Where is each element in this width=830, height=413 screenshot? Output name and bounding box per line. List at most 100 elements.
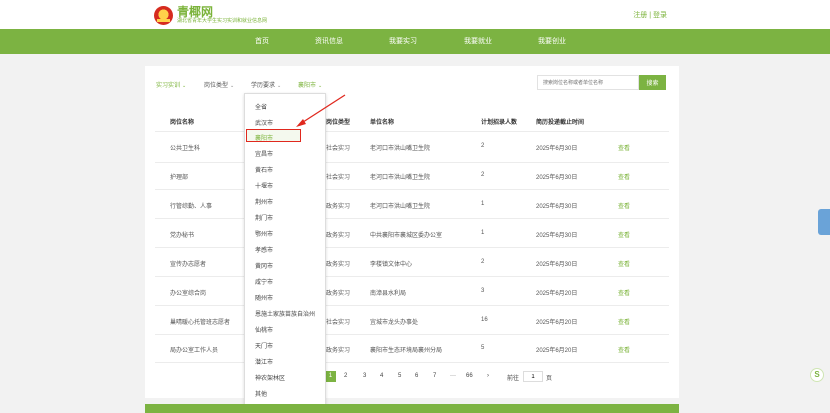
cell-position-name: 行管综勤、人事	[170, 204, 213, 210]
view-link[interactable]: 查看	[618, 259, 630, 268]
cell-position-name: 护理部	[170, 175, 189, 181]
page-unit-label: 页	[546, 376, 553, 382]
nav-news[interactable]: 资讯信息	[315, 36, 343, 46]
cell-company-name: 老河口市洪山嘴卫生院	[370, 175, 431, 181]
city-option[interactable]: 十堰市	[255, 181, 273, 190]
city-option[interactable]: 随州市	[255, 293, 273, 302]
nav-internship[interactable]: 我要实习	[389, 36, 417, 46]
cell-company-name: 老河口市洪山嘴卫生院	[370, 146, 431, 152]
login-link[interactable]: 登录	[653, 12, 667, 19]
search-button[interactable]: 搜索	[639, 75, 666, 90]
view-link[interactable]: 查看	[618, 288, 630, 297]
cell-deadline: 2025年6月30日	[536, 204, 578, 210]
view-link[interactable]: 查看	[618, 201, 630, 210]
view-link[interactable]: 查看	[618, 143, 630, 152]
city-option[interactable]: 黄冈市	[255, 261, 273, 270]
page-7-button[interactable]: 7	[433, 373, 436, 379]
city-option[interactable]: 孝感市	[255, 245, 273, 254]
cell-plan-count: 3	[481, 288, 485, 294]
search-input[interactable]	[537, 75, 639, 90]
header-company-name: 单位名称	[370, 120, 395, 126]
footer-bar	[145, 404, 679, 413]
view-link[interactable]: 查看	[618, 230, 630, 239]
cell-plan-count: 2	[481, 259, 485, 265]
row-divider	[155, 247, 669, 248]
nav-entrepreneurship[interactable]: 我要创业	[538, 36, 566, 46]
register-link[interactable]: 注册	[633, 12, 647, 19]
city-option[interactable]: 潜江市	[255, 357, 273, 366]
cell-position-name: 局办公室工作人员	[170, 348, 219, 354]
header-position-type: 岗位类型	[326, 120, 351, 126]
page-6-button[interactable]: 6	[415, 373, 418, 379]
cell-plan-count: 16	[481, 317, 488, 323]
filter-internship-type[interactable]: 实习实训 ⌄	[156, 80, 186, 89]
cell-deadline: 2025年6月30日	[536, 233, 578, 239]
city-option[interactable]: 全省	[255, 102, 267, 111]
chevron-down-icon: ⌄	[318, 83, 323, 89]
site-logo[interactable]: 青椰网 湖北省青年大学生实习实训和就业信息网	[154, 4, 267, 26]
filter-education[interactable]: 学历要求 ⌄	[251, 80, 281, 89]
filter-city[interactable]: 襄阳市 ⌄	[298, 80, 322, 89]
cell-company-name: 老河口市洪山嘴卫生院	[370, 204, 431, 210]
page-5-button[interactable]: 5	[398, 373, 401, 379]
city-option[interactable]: 黄石市	[255, 165, 273, 174]
cell-deadline: 2025年6月30日	[536, 146, 578, 152]
site-subtitle: 湖北省青年大学生实习实训和就业信息网	[177, 17, 268, 24]
cell-deadline: 2025年6月20日	[536, 348, 578, 354]
cell-deadline: 2025年6月20日	[536, 291, 578, 297]
header-deadline: 简历投递截止时间	[536, 120, 585, 126]
page-2-button[interactable]: 2	[344, 373, 347, 379]
row-divider	[155, 362, 669, 363]
side-float-tab[interactable]	[818, 209, 830, 235]
next-page-icon[interactable]: ›	[487, 373, 489, 379]
view-link[interactable]: 查看	[618, 172, 630, 181]
cell-plan-count: 2	[481, 143, 485, 149]
cell-position-type: 政务实习	[326, 348, 351, 354]
city-option[interactable]: 神农架林区	[255, 373, 285, 382]
city-option[interactable]: 鄂州市	[255, 229, 273, 238]
top-bar: 青椰网 湖北省青年大学生实习实训和就业信息网 注册 | 登录	[0, 0, 830, 29]
youth-league-emblem-icon	[154, 5, 173, 25]
city-option[interactable]: 其他	[255, 389, 267, 398]
cell-position-name: 公共卫生科	[170, 146, 201, 152]
city-option[interactable]: 仙桃市	[255, 325, 273, 334]
row-divider	[155, 189, 669, 190]
city-option[interactable]: 荆州市	[255, 197, 273, 206]
header-plan-count: 计划招录人数	[481, 120, 518, 126]
page-4-button[interactable]: 4	[380, 373, 383, 379]
city-option[interactable]: 荆门市	[255, 213, 273, 222]
site-title: 青椰网	[177, 4, 214, 19]
cell-position-type: 政务实习	[326, 262, 351, 268]
cell-deadline: 2025年6月20日	[536, 320, 578, 326]
city-option[interactable]: 武汉市	[255, 118, 273, 127]
row-divider	[155, 334, 669, 335]
main-nav: 首页 资讯信息 我要实习 我要就业 我要创业	[0, 29, 830, 54]
city-option[interactable]: 咸宁市	[255, 277, 273, 286]
row-divider	[155, 162, 669, 163]
nav-home[interactable]: 首页	[255, 36, 269, 46]
cell-position-type: 社会实习	[326, 320, 351, 326]
cell-plan-count: 5	[481, 345, 485, 351]
page-1-button[interactable]: 1	[325, 371, 336, 382]
cell-position-name: 巢晴暖心托管班志愿者	[170, 320, 231, 326]
city-option[interactable]: 恩施土家族苗族自治州	[255, 309, 315, 318]
nav-employment[interactable]: 我要就业	[464, 36, 492, 46]
cell-deadline: 2025年6月30日	[536, 175, 578, 181]
row-divider	[155, 276, 669, 277]
goto-page-input[interactable]	[523, 371, 543, 382]
page-ellipsis[interactable]: ···	[450, 373, 456, 379]
page-3-button[interactable]: 3	[363, 373, 366, 379]
auth-links: 注册 | 登录	[633, 10, 667, 20]
chevron-down-icon: ⌄	[182, 83, 187, 89]
city-option-selected[interactable]: 襄阳市	[255, 133, 273, 142]
cell-position-name: 党办秘书	[170, 233, 195, 239]
filter-position-type[interactable]: 岗位类型 ⌄	[204, 80, 234, 89]
city-option[interactable]: 天门市	[255, 341, 273, 350]
city-option[interactable]: 宜昌市	[255, 149, 273, 158]
float-help-icon[interactable]: S	[810, 368, 824, 382]
cell-position-type: 社会实习	[326, 175, 351, 181]
cell-plan-count: 1	[481, 230, 485, 236]
page-66-button[interactable]: 66	[466, 373, 473, 379]
view-link[interactable]: 查看	[618, 317, 630, 326]
view-link[interactable]: 查看	[618, 345, 630, 354]
